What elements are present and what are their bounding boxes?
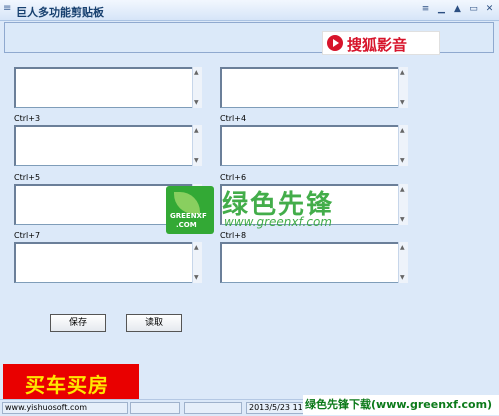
label-ctrl4: Ctrl+4 (220, 114, 247, 123)
clip-slot-4[interactable] (220, 125, 408, 166)
clip-slot-8[interactable] (220, 242, 408, 283)
label-ctrl8: Ctrl+8 (220, 231, 247, 240)
title-bar: ≡ 巨人多功能剪贴板 ≡ ▁ ▲ ▭ ✕ (0, 0, 499, 21)
label-ctrl5: Ctrl+5 (14, 173, 41, 182)
window-title: 巨人多功能剪贴板 (16, 6, 104, 19)
status-website[interactable]: www.yishuosoft.com (2, 402, 128, 414)
sohu-video-ad[interactable]: 搜狐影音 (322, 31, 440, 55)
clip-slot-7[interactable] (14, 242, 202, 283)
label-ctrl3: Ctrl+3 (14, 114, 41, 123)
scrollbar-slot-8[interactable]: ▲ ▼ (398, 242, 408, 283)
scrollbar-slot-2[interactable]: ▲ ▼ (398, 67, 408, 108)
menu-icon[interactable]: ≡ (420, 4, 431, 15)
car-house-ad-text: 买车买房 (25, 373, 109, 397)
watermark-bottom-banner: 绿色先锋下载(www.greenxf.com) (303, 395, 499, 415)
status-panel-3 (184, 402, 242, 414)
scrollbar-slot-7[interactable]: ▲ ▼ (192, 242, 202, 283)
restore-icon[interactable]: ▭ (468, 4, 479, 15)
minimize-icon[interactable]: ▁ (436, 4, 447, 15)
save-button[interactable]: 保存 (50, 314, 106, 332)
scrollbar-slot-3[interactable]: ▲ ▼ (192, 125, 202, 166)
play-icon (327, 35, 343, 51)
app-menu-icon[interactable]: ≡ (3, 3, 11, 14)
clip-slot-3[interactable] (14, 125, 202, 166)
read-button[interactable]: 读取 (126, 314, 182, 332)
greenxf-logo-icon: GREENXF .COM (166, 186, 214, 234)
scrollbar-slot-6[interactable]: ▲ ▼ (398, 184, 408, 225)
scrollbar-slot-1[interactable]: ▲ ▼ (192, 67, 202, 108)
scrollbar-slot-4[interactable]: ▲ ▼ (398, 125, 408, 166)
watermark-url: www.greenxf.com (224, 215, 332, 229)
sohu-ad-text: 搜狐影音 (347, 36, 408, 54)
label-ctrl6: Ctrl+6 (220, 173, 247, 182)
status-datetime: 2013/5/23 11: (246, 402, 306, 414)
close-icon[interactable]: ✕ (484, 4, 495, 15)
status-panel-2 (130, 402, 180, 414)
clip-slot-1[interactable] (14, 67, 202, 108)
collapse-up-icon[interactable]: ▲ (452, 4, 463, 15)
clip-slot-2[interactable] (220, 67, 408, 108)
label-ctrl7: Ctrl+7 (14, 231, 41, 240)
car-house-ad[interactable]: 买车买房 (3, 364, 139, 400)
